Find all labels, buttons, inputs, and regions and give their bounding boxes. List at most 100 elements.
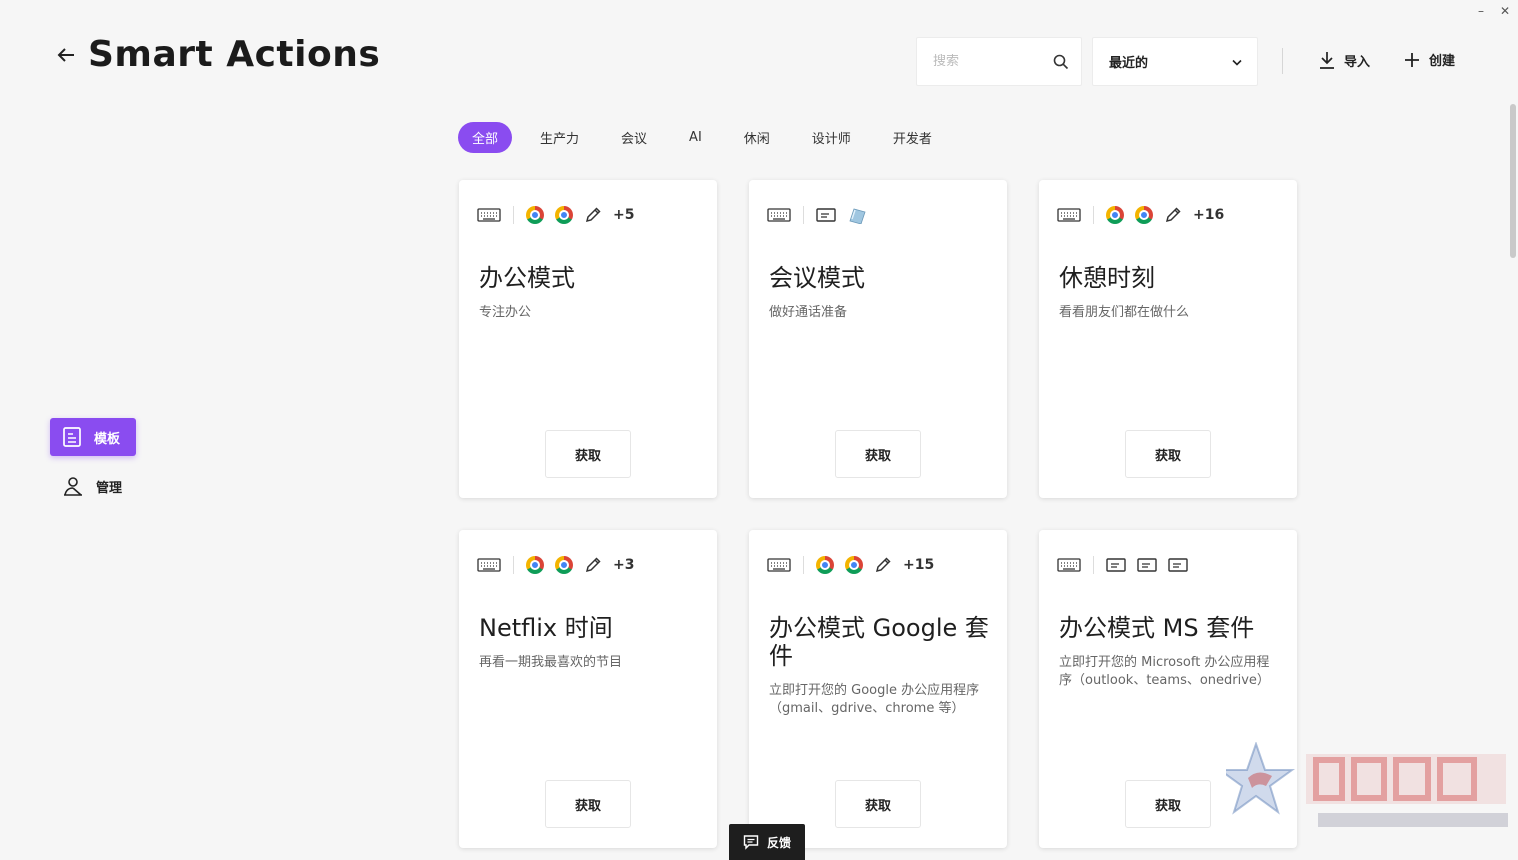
plus-icon [1405,52,1419,67]
pencil-icon [1164,206,1182,224]
card-app-icons [1057,555,1188,575]
card-title: 会议模式 [769,264,865,292]
feedback-button[interactable]: 反馈 [729,824,805,860]
tab-designer[interactable]: 设计师 [798,122,865,153]
chrome-icon [555,556,573,574]
sidebar-item-templates[interactable]: 模板 [50,418,136,456]
import-label: 导入 [1344,54,1371,70]
keyboard-icon [477,557,501,573]
card-app-icons [767,205,867,225]
window-icon [1137,557,1157,573]
more-count: +16 [1193,207,1225,223]
icon-divider [513,556,514,574]
card-title: 办公模式 Google 套件 [769,614,989,670]
create-button[interactable]: 创建 [1403,50,1455,69]
window-controls: – ✕ [1478,4,1510,18]
get-button[interactable]: 获取 [835,780,921,828]
icon-divider [1093,556,1094,574]
tab-leisure[interactable]: 休闲 [730,122,784,153]
card-app-icons: +16 [1057,205,1224,225]
header-divider [1282,48,1283,74]
chrome-icon [816,556,834,574]
card-description: 立即打开您的 Google 办公应用程序（gmail、gdrive、chrome… [769,683,980,716]
get-button[interactable]: 获取 [1125,430,1211,478]
template-card-break[interactable]: +16 休憩时刻 看看朋友们都在做什么 获取 [1039,180,1297,498]
icon-divider [1093,206,1094,224]
sidebar-item-manage[interactable]: 管理 [50,467,136,505]
window-icon [816,207,836,223]
card-title: 办公模式 [479,264,575,292]
window-icon [1168,557,1188,573]
minimize-button[interactable]: – [1478,4,1484,18]
keyboard-icon [1057,207,1081,223]
icon-divider [513,206,514,224]
chat-bubble-icon [743,835,759,850]
get-button[interactable]: 获取 [545,780,631,828]
more-count: +5 [613,207,635,223]
keyboard-icon [767,557,791,573]
page-title: Smart Actions [88,34,381,75]
chrome-icon [1135,206,1153,224]
template-card-netflix[interactable]: +3 Netflix 时间 再看一期我最喜欢的节目 获取 [459,530,717,848]
category-tabs: 全部 生产力 会议 AI 休闲 设计师 开发者 [458,122,960,153]
tab-developer[interactable]: 开发者 [879,122,946,153]
pencil-icon [584,556,602,574]
sort-value: 最近的 [1109,56,1149,71]
window-icon [1106,557,1126,573]
tab-meeting[interactable]: 会议 [607,122,661,153]
tab-all[interactable]: 全部 [458,122,513,153]
card-app-icons: +3 [477,555,634,575]
card-description: 再看一期我最喜欢的节目 [479,655,623,670]
page-header: Smart Actions [54,34,380,75]
chrome-icon [526,206,544,224]
pencil-icon [874,556,892,574]
back-button[interactable] [54,43,78,67]
feedback-label: 反馈 [766,835,791,850]
scrollbar-thumb[interactable] [1510,104,1516,258]
card-app-icons: +5 [477,205,634,225]
icon-divider [803,206,804,224]
app-icon [847,206,867,224]
icon-divider [803,556,804,574]
chrome-icon [845,556,863,574]
card-description: 立即打开您的 Microsoft 办公应用程序（outlook、teams、on… [1059,655,1270,688]
get-button[interactable]: 获取 [835,430,921,478]
tab-productivity[interactable]: 生产力 [526,122,593,153]
get-button[interactable]: 获取 [1125,780,1211,828]
template-icon [63,427,81,447]
card-description: 专注办公 [479,305,532,320]
chrome-icon [526,556,544,574]
template-card-ms-suite[interactable]: 办公模式 MS 套件 立即打开您的 Microsoft 办公应用程序（outlo… [1039,530,1297,848]
search-input[interactable] [933,54,1053,69]
pencil-icon [584,206,602,224]
template-card-google-suite[interactable]: +15 办公模式 Google 套件 立即打开您的 Google 办公应用程序（… [749,530,1007,848]
sidebar-item-label: 模板 [94,431,121,447]
sidebar-item-label: 管理 [96,480,123,496]
template-card-office[interactable]: +5 办公模式 专注办公 获取 [459,180,717,498]
card-title: 办公模式 MS 套件 [1059,614,1255,642]
search-box[interactable] [916,37,1082,86]
import-button[interactable]: 导入 [1318,50,1370,70]
download-icon [1320,52,1334,69]
chrome-icon [1106,206,1124,224]
template-card-meeting[interactable]: 会议模式 做好通话准备 获取 [749,180,1007,498]
more-count: +3 [613,557,635,573]
create-label: 创建 [1429,54,1456,69]
search-icon[interactable] [1053,54,1069,70]
keyboard-icon [767,207,791,223]
tab-ai[interactable]: AI [675,122,716,153]
chevron-down-icon [1232,59,1242,66]
card-description: 做好通话准备 [769,305,848,320]
arrow-left-icon [57,47,74,62]
sort-select[interactable]: 最近的 [1092,37,1258,86]
keyboard-icon [477,207,501,223]
chrome-icon [555,206,573,224]
card-app-icons: +15 [767,555,934,575]
manage-icon [64,477,82,496]
close-button[interactable]: ✕ [1500,4,1510,18]
card-title: Netflix 时间 [479,614,613,642]
keyboard-icon [1057,557,1081,573]
card-description: 看看朋友们都在做什么 [1059,305,1190,320]
more-count: +15 [903,557,935,573]
get-button[interactable]: 获取 [545,430,631,478]
